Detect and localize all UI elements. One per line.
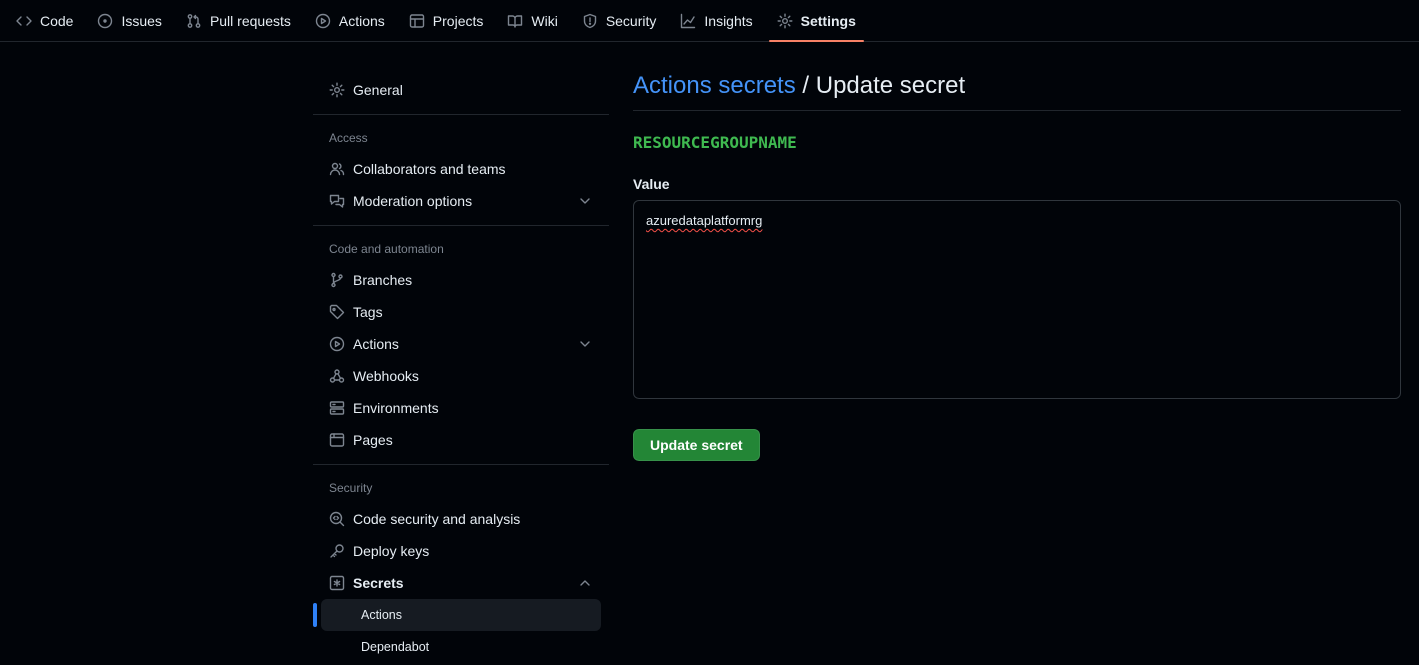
tab-actions[interactable]: Actions: [307, 0, 393, 41]
tab-label: Actions: [338, 12, 385, 29]
sidebar-subitem-label: Dependabot: [361, 640, 430, 654]
chevron-up-icon[interactable]: [577, 575, 593, 591]
sidebar-subitem-secrets-actions[interactable]: Actions: [313, 599, 601, 631]
play-icon: [315, 13, 331, 29]
tab-pull-requests[interactable]: Pull requests: [178, 0, 299, 41]
sidebar-subitem-label: Actions: [361, 608, 402, 622]
page-title: Actions secrets / Update secret: [633, 68, 1401, 111]
sidebar-item-moderation[interactable]: Moderation options: [313, 185, 609, 217]
sidebar-item-tags[interactable]: Tags: [313, 296, 609, 328]
sidebar-item-pages[interactable]: Pages: [313, 424, 609, 456]
tab-label: Pull requests: [209, 12, 291, 29]
pull-request-icon: [186, 13, 202, 29]
sidebar-item-general[interactable]: General: [313, 74, 609, 106]
people-icon: [329, 161, 345, 177]
tab-label: Issues: [121, 12, 162, 29]
sidebar-item-collaborators[interactable]: Collaborators and teams: [313, 153, 609, 185]
value-label: Value: [633, 176, 670, 192]
chevron-down-icon[interactable]: [577, 336, 593, 352]
graph-icon: [680, 13, 696, 29]
tab-label: Code: [40, 12, 74, 29]
sidebar-item-label: Environments: [353, 400, 439, 416]
breadcrumb-separator: /: [795, 72, 816, 99]
tab-code[interactable]: Code: [8, 0, 81, 41]
tab-label: Insights: [704, 12, 753, 29]
divider: [313, 114, 609, 115]
settings-sidebar: General Access Collaborators and teams M…: [313, 74, 609, 663]
update-secret-button[interactable]: Update secret: [633, 429, 760, 461]
divider: [313, 225, 609, 226]
tag-icon: [329, 304, 345, 320]
sidebar-item-label: Code security and analysis: [353, 511, 521, 527]
tab-security[interactable]: Security: [574, 0, 665, 41]
table-icon: [409, 13, 425, 29]
play-icon: [329, 336, 345, 352]
tab-insights[interactable]: Insights: [672, 0, 760, 41]
gear-icon: [329, 82, 345, 98]
sidebar-item-secrets[interactable]: Secrets: [313, 567, 609, 599]
gear-icon: [777, 13, 793, 29]
section-heading-security: Security: [329, 481, 373, 495]
sidebar-item-branches[interactable]: Branches: [313, 264, 609, 296]
tab-label: Security: [605, 12, 657, 29]
section-heading-code-automation: Code and automation: [329, 242, 444, 256]
git-branch-icon: [329, 272, 345, 288]
sidebar-item-actions[interactable]: Actions: [313, 328, 609, 360]
codescan-icon: [329, 511, 345, 527]
tab-label: Projects: [432, 12, 484, 29]
tab-settings[interactable]: Settings: [768, 0, 865, 42]
book-icon: [507, 13, 523, 29]
tab-projects[interactable]: Projects: [401, 0, 492, 41]
sidebar-item-label: Secrets: [353, 575, 404, 591]
divider: [313, 464, 609, 465]
secret-value-text: azuredataplatformrg: [646, 213, 763, 228]
sidebar-item-label: Tags: [353, 304, 383, 320]
shield-icon: [582, 13, 598, 29]
breadcrumb-actions-secrets-link[interactable]: Actions secrets: [633, 72, 796, 99]
tab-label: Wiki: [531, 12, 558, 29]
page-title-text: Update secret: [815, 72, 966, 99]
repo-nav: Code Issues Pull requests Actions Projec…: [0, 0, 1419, 42]
sidebar-item-code-security[interactable]: Code security and analysis: [313, 503, 609, 535]
comment-discussion-icon: [329, 193, 345, 209]
key-icon: [329, 543, 345, 559]
sidebar-item-label: Pages: [353, 432, 393, 448]
secret-name: RESOURCEGROUPNAME: [633, 133, 797, 152]
secret-value-textarea[interactable]: azuredataplatformrg: [633, 200, 1401, 399]
sidebar-item-webhooks[interactable]: Webhooks: [313, 360, 609, 392]
code-icon: [16, 13, 32, 29]
sidebar-item-label: General: [353, 82, 403, 98]
issue-icon: [97, 13, 113, 29]
sidebar-item-label: Branches: [353, 272, 413, 288]
server-icon: [329, 400, 345, 416]
sidebar-item-deploy-keys[interactable]: Deploy keys: [313, 535, 609, 567]
key-asterisk-icon: [329, 575, 345, 591]
sidebar-subitem-secrets-dependabot[interactable]: Dependabot: [321, 631, 601, 663]
sidebar-item-label: Moderation options: [353, 193, 473, 209]
sidebar-item-label: Deploy keys: [353, 543, 430, 559]
webhook-icon: [329, 368, 345, 384]
sidebar-item-label: Actions: [353, 336, 399, 352]
tab-label: Settings: [800, 12, 856, 29]
section-heading-access: Access: [329, 131, 368, 145]
tab-wiki[interactable]: Wiki: [499, 0, 565, 41]
sidebar-item-environments[interactable]: Environments: [313, 392, 609, 424]
browser-icon: [329, 432, 345, 448]
chevron-down-icon[interactable]: [577, 193, 593, 209]
sidebar-item-label: Collaborators and teams: [353, 161, 506, 177]
sidebar-item-label: Webhooks: [353, 368, 419, 384]
tab-issues[interactable]: Issues: [89, 0, 169, 41]
main-content: Actions secrets / Update secret RESOURCE…: [633, 68, 1401, 461]
